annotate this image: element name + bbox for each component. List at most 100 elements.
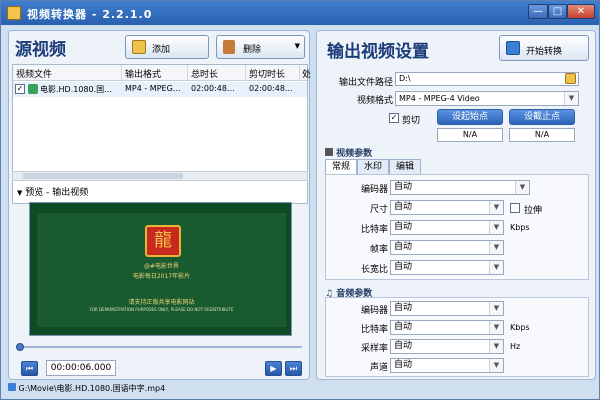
chevron-down-icon[interactable]: ▼ xyxy=(489,359,503,372)
video-bitrate-select[interactable]: 自动 ▼ xyxy=(390,220,504,235)
video-size-value: 自动 xyxy=(394,202,413,212)
video-bitrate-unit: Kbps xyxy=(510,223,530,232)
chevron-down-icon[interactable]: ▼ xyxy=(489,321,503,334)
channels-label: 声道 xyxy=(369,363,388,373)
audio-encoder-label: 编码器 xyxy=(360,306,388,316)
video-params-header: 视频参数 xyxy=(325,146,372,159)
chevron-down-icon[interactable]: ▼ xyxy=(295,42,300,50)
column-divider xyxy=(121,65,122,81)
file-list-table: 视频文件 输出格式 总时长 剪切时长 处 ✓ 电影.HD.1080.国… MP4… xyxy=(12,64,311,204)
aspect-ratio-label: 长宽比 xyxy=(360,265,388,275)
video-params-group: 编码器 自动 ▼ 尺寸 自动 ▼ 拉伸 比特率 自动 ▼ Kbps 帧率 自动 … xyxy=(325,174,589,280)
audio-bitrate-select[interactable]: 自动 ▼ xyxy=(390,320,504,335)
row-cut-duration: 02:00:48… xyxy=(249,84,293,93)
source-video-title: 源视频 xyxy=(15,40,66,60)
column-header-total[interactable]: 总时长 xyxy=(191,67,218,80)
video-file-icon xyxy=(28,84,38,94)
output-path-field[interactable]: D:\ xyxy=(395,72,579,86)
convert-icon xyxy=(506,41,520,55)
video-format-select[interactable]: MP4 - MPEG-4 Video ▼ xyxy=(395,91,579,106)
frame-rate-value: 自动 xyxy=(394,242,413,252)
column-divider xyxy=(299,65,300,81)
frame-rate-select[interactable]: 自动 ▼ xyxy=(390,240,504,255)
preview-label: 预览 - 输出视频 xyxy=(25,188,89,198)
minimize-button[interactable]: — xyxy=(528,4,548,19)
scrollbar-thumb[interactable] xyxy=(23,173,183,179)
video-frame: 龍 @#电影世界 电影每日2017年影片 请支持正版共享电影网站 FOR DEM… xyxy=(37,213,286,327)
horizontal-scrollbar[interactable] xyxy=(12,171,308,181)
tab-watermark[interactable]: 水印 xyxy=(357,159,389,174)
sample-rate-select[interactable]: 自动 ▼ xyxy=(390,339,504,354)
start-convert-label: 开始转换 xyxy=(526,47,563,57)
seek-handle[interactable] xyxy=(16,343,24,351)
column-header-cut[interactable]: 剪切时长 xyxy=(249,67,285,80)
video-caption-4: FOR DEMONSTRATION PURPOSES ONLY, PLEASE … xyxy=(89,307,234,312)
channels-select[interactable]: 自动 ▼ xyxy=(390,358,504,373)
sample-rate-unit: Hz xyxy=(510,342,521,351)
tab-edit[interactable]: 编辑 xyxy=(389,159,421,174)
preview-header[interactable]: ▼ 预览 - 输出视频 xyxy=(17,185,88,198)
time-display: 00:00:06.000 xyxy=(46,360,116,376)
video-encoder-label: 编码器 xyxy=(360,185,388,195)
set-end-point-button[interactable]: 设截止点 xyxy=(509,109,575,125)
video-encoder-value: 自动 xyxy=(394,182,413,192)
app-window: 视频转换器 - 2.2.1.0 — □ ✕ 源视频 添加 删除 ▼ 视频文件 输… xyxy=(0,0,600,400)
chevron-down-icon[interactable]: ▼ xyxy=(564,92,578,105)
video-caption-2: 电影每日2017年影片 xyxy=(132,273,191,280)
audio-bitrate-label: 比特率 xyxy=(360,325,388,335)
previous-frame-button[interactable]: ⏮ xyxy=(21,361,38,376)
next-frame-button[interactable]: ⏭ xyxy=(285,361,302,376)
output-settings-title: 输出视频设置 xyxy=(327,42,429,62)
video-size-select[interactable]: 自动 ▼ xyxy=(390,200,504,215)
source-video-panel: 源视频 添加 删除 ▼ 视频文件 输出格式 总时长 剪切时长 处 ✓ 电影.HD… xyxy=(8,30,311,380)
seek-slider[interactable] xyxy=(14,343,306,351)
audio-encoder-select[interactable]: 自动 ▼ xyxy=(390,301,504,316)
stretch-label: 拉伸 xyxy=(524,206,543,216)
column-header-format[interactable]: 输出格式 xyxy=(125,67,161,80)
video-caption-3: 请支持正版共享电影网站 xyxy=(128,299,195,306)
column-header-more[interactable]: 处 xyxy=(302,67,311,80)
cut-checkbox[interactable]: ✓ xyxy=(389,113,399,123)
dragon-logo: 龍 xyxy=(145,225,181,257)
audio-bitrate-value: 自动 xyxy=(394,322,413,332)
chevron-down-icon[interactable]: ▼ xyxy=(489,201,503,214)
set-start-point-button[interactable]: 设起始点 xyxy=(437,109,503,125)
chevron-down-icon[interactable]: ▼ xyxy=(489,261,503,274)
chevron-down-icon[interactable]: ▼ xyxy=(515,181,529,194)
row-checkbox[interactable]: ✓ xyxy=(15,84,25,94)
status-file-path: G:\Movie\电影.HD.1080.国语中字.mp4 xyxy=(18,384,166,393)
chevron-down-icon[interactable]: ▼ xyxy=(489,221,503,234)
browse-folder-icon[interactable] xyxy=(565,73,576,84)
start-point-value: N/A xyxy=(437,128,503,142)
tab-general[interactable]: 常规 xyxy=(325,159,357,174)
chevron-down-icon[interactable]: ▼ xyxy=(489,241,503,254)
delete-button[interactable]: 删除 ▼ xyxy=(216,35,305,59)
channels-value: 自动 xyxy=(394,360,413,370)
sample-rate-value: 自动 xyxy=(394,341,413,351)
maximize-button[interactable]: □ xyxy=(548,4,567,19)
collapse-arrow-icon: ▼ xyxy=(17,189,23,197)
play-button[interactable]: ▶ xyxy=(265,361,282,376)
output-settings-panel: 输出视频设置 开始转换 输出文件路径 D:\ 视频格式 MP4 - MPEG-4… xyxy=(316,30,596,380)
video-format-value: MP4 - MPEG-4 Video xyxy=(399,94,480,103)
audio-bitrate-unit: Kbps xyxy=(510,323,530,332)
video-preview: 龍 @#电影世界 电影每日2017年影片 请支持正版共享电影网站 FOR DEM… xyxy=(29,202,292,336)
seek-track[interactable] xyxy=(20,346,302,348)
start-convert-button[interactable]: 开始转换 xyxy=(499,35,589,61)
aspect-ratio-value: 自动 xyxy=(394,262,413,272)
row-format: MP4 - MPEG… xyxy=(125,84,181,93)
chevron-down-icon[interactable]: ▼ xyxy=(489,340,503,353)
table-row[interactable]: ✓ 电影.HD.1080.国… MP4 - MPEG… 02:00:48… 02… xyxy=(13,82,307,97)
aspect-ratio-select[interactable]: 自动 ▼ xyxy=(390,260,504,275)
add-button[interactable]: 添加 xyxy=(125,35,209,59)
table-header: 视频文件 输出格式 总时长 剪切时长 处 xyxy=(13,65,311,81)
video-params-label: 视频参数 xyxy=(336,149,373,159)
chevron-down-icon[interactable]: ▼ xyxy=(489,302,503,315)
column-header-file[interactable]: 视频文件 xyxy=(16,67,52,80)
frame-rate-label: 帧率 xyxy=(369,245,388,255)
video-encoder-select[interactable]: 自动 ▼ xyxy=(390,180,530,195)
output-path-label: 输出文件路径 xyxy=(338,78,393,88)
delete-button-label: 删除 xyxy=(243,45,262,55)
stretch-checkbox[interactable] xyxy=(510,203,520,213)
close-button[interactable]: ✕ xyxy=(567,4,595,19)
